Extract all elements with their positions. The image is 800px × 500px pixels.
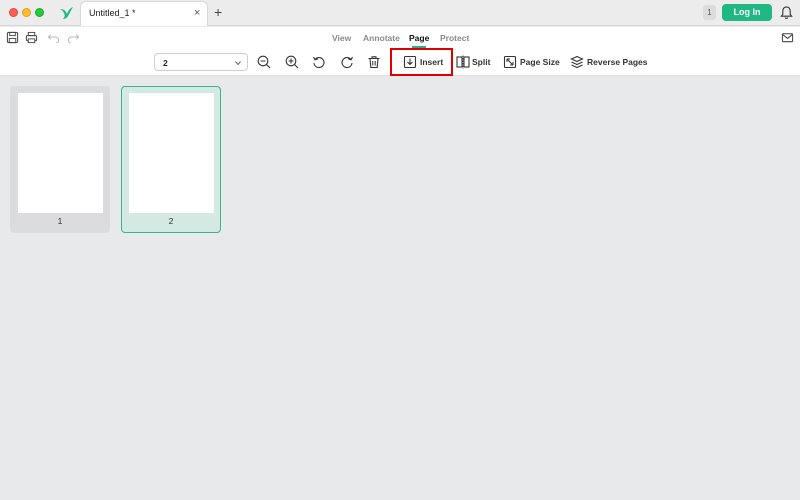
page-preview bbox=[129, 93, 214, 213]
reverse-pages-label: Reverse Pages bbox=[587, 57, 648, 67]
rotate-left-icon[interactable] bbox=[312, 55, 326, 69]
close-tab-icon[interactable]: × bbox=[194, 7, 200, 19]
page-size-icon bbox=[503, 55, 517, 69]
page-number-label: 1 bbox=[57, 216, 63, 226]
tab-title: Untitled_1 * bbox=[89, 8, 136, 18]
page-number-label: 2 bbox=[168, 216, 174, 226]
page-preview bbox=[18, 93, 103, 213]
trash-icon[interactable] bbox=[367, 55, 381, 69]
undo-icon[interactable] bbox=[47, 31, 60, 44]
page-select-value: 2 bbox=[163, 58, 168, 68]
save-icon[interactable] bbox=[6, 31, 19, 44]
zoom-in-icon[interactable] bbox=[285, 55, 299, 69]
minimize-window-button[interactable] bbox=[22, 8, 31, 17]
menu-view[interactable]: View bbox=[332, 33, 351, 43]
split-icon bbox=[456, 55, 470, 69]
new-tab-icon[interactable]: + bbox=[214, 4, 222, 20]
menu-annotate[interactable]: Annotate bbox=[363, 33, 400, 43]
title-bar: Untitled_1 * × + 1 Log In bbox=[0, 0, 800, 26]
redo-icon[interactable] bbox=[67, 31, 80, 44]
print-icon[interactable] bbox=[25, 31, 38, 44]
maximize-window-button[interactable] bbox=[35, 8, 44, 17]
menu-bar: View Annotate Page Protect bbox=[0, 27, 800, 49]
page-size-label: Page Size bbox=[520, 57, 560, 67]
page-thumbnail[interactable]: 1 bbox=[10, 86, 110, 233]
split-button[interactable]: Split bbox=[456, 54, 491, 71]
document-tab[interactable]: Untitled_1 * × bbox=[80, 1, 208, 26]
page-size-button[interactable]: Page Size bbox=[503, 54, 560, 71]
rotate-right-icon[interactable] bbox=[340, 55, 354, 69]
reverse-pages-icon bbox=[570, 55, 584, 69]
notification-count-badge[interactable]: 1 bbox=[703, 5, 716, 20]
zoom-out-icon[interactable] bbox=[257, 55, 271, 69]
chevron-down-icon bbox=[235, 61, 241, 66]
mail-icon[interactable] bbox=[781, 31, 794, 44]
menu-page[interactable]: Page bbox=[409, 33, 429, 43]
page-thumbnail-selected[interactable]: 2 bbox=[121, 86, 221, 233]
reverse-pages-button[interactable]: Reverse Pages bbox=[570, 54, 648, 71]
close-window-button[interactable] bbox=[9, 8, 18, 17]
page-number-select[interactable]: 2 bbox=[154, 53, 248, 71]
split-label: Split bbox=[472, 57, 491, 67]
bird-logo-icon bbox=[60, 7, 73, 19]
bell-icon[interactable] bbox=[780, 5, 793, 20]
login-button[interactable]: Log In bbox=[722, 4, 772, 21]
menu-protect[interactable]: Protect bbox=[440, 33, 469, 43]
insert-highlight-box bbox=[390, 48, 453, 76]
